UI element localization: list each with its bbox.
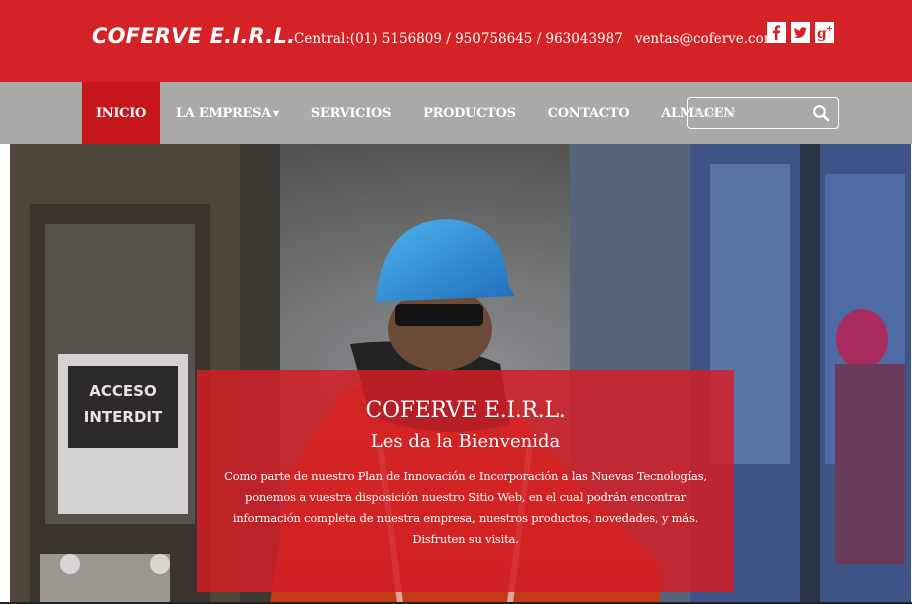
search-icon[interactable] xyxy=(812,104,830,122)
nav-menu: INICIO LA EMPRESA ▼ SERVICIOS PRODUCTOS C… xyxy=(82,82,751,144)
welcome-overlay: COFERVE E.I.R.L. Les da la Bienvenida Co… xyxy=(197,370,734,592)
svg-text:INTERDIT: INTERDIT xyxy=(84,408,163,426)
contact-info: Central:(01) 5156809 / 950758645 / 96304… xyxy=(294,31,777,47)
svg-text:+: + xyxy=(826,24,833,33)
nav-item-productos[interactable]: PRODUCTOS xyxy=(407,82,532,144)
google-plus-icon[interactable]: g + xyxy=(815,22,834,43)
facebook-icon[interactable] xyxy=(767,22,786,43)
twitter-icon[interactable] xyxy=(791,22,810,43)
welcome-body: Como parte de nuestro Plan de Innovación… xyxy=(224,469,707,525)
sign-text: ACCESO xyxy=(89,382,156,400)
main-navbar: INICIO LA EMPRESA ▼ SERVICIOS PRODUCTOS C… xyxy=(0,82,912,144)
nav-item-contacto[interactable]: CONTACTO xyxy=(532,82,646,144)
email-link[interactable]: ventas@coferve.com xyxy=(635,31,777,47)
top-header: COFERVE E.I.R.L. Central:(01) 5156809 / … xyxy=(0,0,912,82)
brand-logo-text[interactable]: COFERVE E.I.R.L. xyxy=(92,24,295,48)
search-input[interactable] xyxy=(694,103,806,123)
social-links: g + xyxy=(767,22,834,43)
hero-banner: ACCESO INTERDIT COFERVE E.I.R.L. Les da … xyxy=(10,144,911,603)
caret-down-icon: ▼ xyxy=(273,108,279,118)
nav-item-label: LA EMPRESA xyxy=(176,105,272,121)
nav-item-la-empresa[interactable]: LA EMPRESA ▼ xyxy=(160,82,295,144)
nav-item-servicios[interactable]: SERVICIOS xyxy=(295,82,407,144)
phone-numbers: Central:(01) 5156809 / 950758645 / 96304… xyxy=(294,31,623,47)
welcome-title: COFERVE E.I.R.L. xyxy=(365,398,566,423)
search-form xyxy=(687,97,839,129)
welcome-subtitle: Les da la Bienvenida xyxy=(370,431,561,452)
nav-item-inicio[interactable]: INICIO xyxy=(82,82,160,144)
welcome-closing: Disfruten su visita. xyxy=(412,532,519,546)
